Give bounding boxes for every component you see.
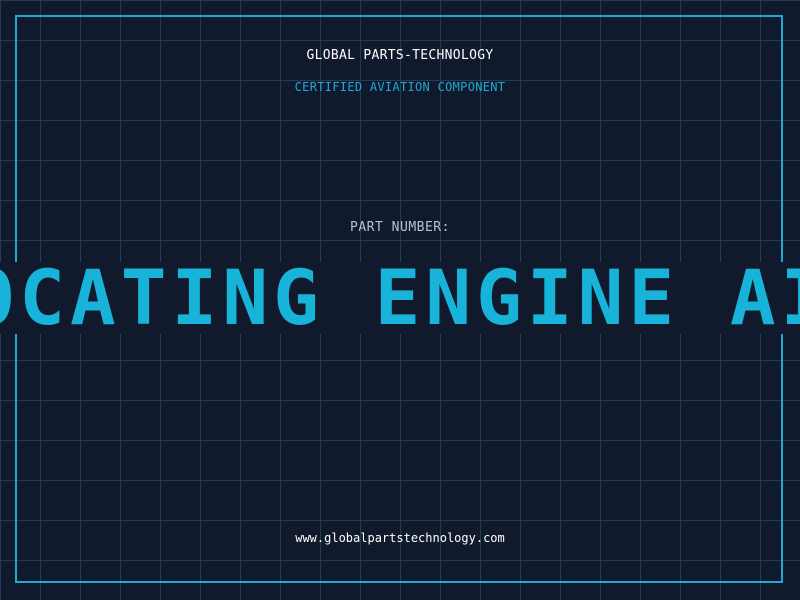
part-number-label: PART NUMBER: (350, 220, 450, 235)
certificate-card: GLOBAL PARTS-TECHNOLOGY CERTIFIED AVIATI… (0, 0, 800, 600)
website-link[interactable]: www.globalpartstechnology.com (0, 531, 800, 545)
part-number-band: RECIPROCATING ENGINE AIRCRAFT (0, 262, 800, 334)
part-number-value: RECIPROCATING ENGINE AIRCRAFT (0, 262, 800, 334)
certification-subtitle: CERTIFIED AVIATION COMPONENT (294, 80, 506, 94)
company-name: GLOBAL PARTS-TECHNOLOGY (306, 48, 494, 63)
